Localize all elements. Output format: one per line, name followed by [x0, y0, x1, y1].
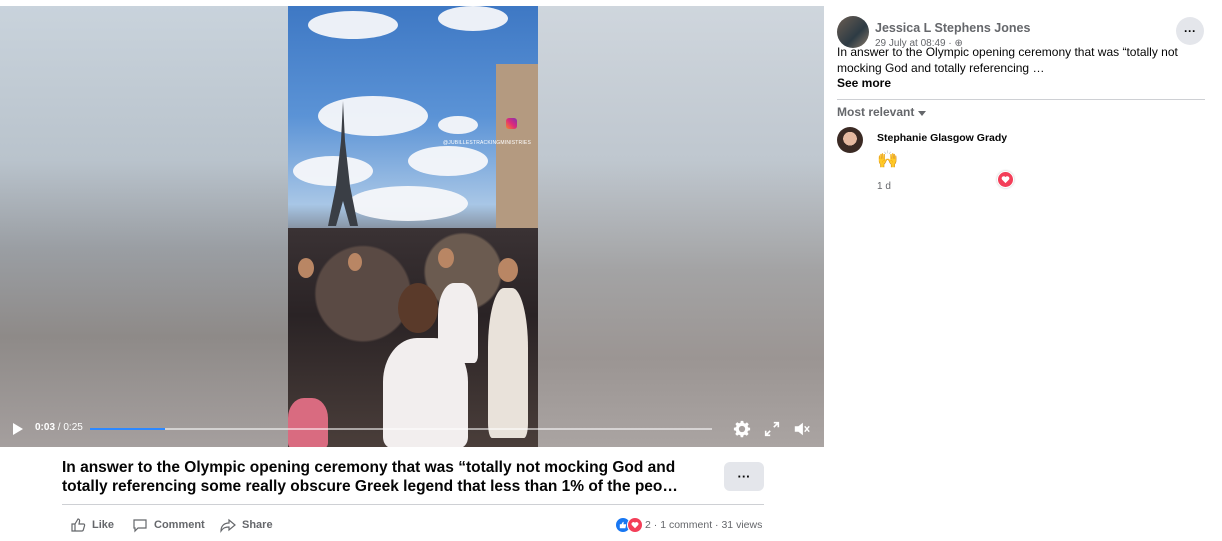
progress-bar[interactable] — [90, 428, 712, 430]
love-reaction-icon — [627, 517, 643, 533]
post-text: In answer to the Olympic opening ceremon… — [837, 45, 1178, 75]
comment-text: 🙌 — [877, 150, 899, 169]
share-label: Share — [242, 519, 273, 531]
comment-icon — [133, 519, 147, 533]
video-controls: 0:03 / 0:25 — [0, 411, 824, 447]
play-icon[interactable] — [13, 423, 23, 435]
duration: 0:25 — [63, 422, 83, 433]
sort-label: Most relevant — [837, 105, 915, 119]
see-more-link[interactable]: See more — [837, 76, 891, 90]
divider — [62, 504, 764, 505]
post-caption: In answer to the Olympic opening ceremon… — [62, 458, 707, 496]
video-frame: @JUBILLESTRACKINGMINISTRIES — [288, 6, 538, 447]
divider — [837, 99, 1205, 100]
post-side-panel: Jessica L Stephens Jones 29 July at 08:4… — [837, 0, 1207, 541]
panel-more-button[interactable]: ··· — [1176, 17, 1204, 45]
caret-down-icon — [918, 110, 927, 116]
video-watermark: @JUBILLESTRACKINGMINISTRIES — [443, 140, 531, 146]
comment-label: Comment — [154, 519, 205, 531]
instagram-icon — [506, 118, 517, 129]
like-button[interactable]: Like — [70, 517, 114, 533]
caption-line-2: totally referencing some really obscure … — [62, 478, 678, 495]
video-blur-right — [538, 6, 824, 447]
stats-dot: · — [650, 519, 661, 531]
view-count: 31 views — [721, 519, 763, 531]
video-blur-left — [0, 6, 288, 447]
commenter-avatar[interactable] — [837, 127, 863, 153]
comment-sort-dropdown[interactable]: Most relevant — [837, 105, 927, 119]
comment-count[interactable]: 1 comment — [660, 519, 712, 531]
comment-button[interactable]: Comment — [132, 517, 205, 533]
comment-time[interactable]: 1 d — [877, 181, 891, 192]
settings-icon[interactable] — [733, 420, 751, 438]
share-button[interactable]: Share — [220, 517, 273, 533]
video-player[interactable]: @JUBILLESTRACKINGMINISTRIES 0:03 / 0:25 — [0, 6, 824, 447]
author-name[interactable]: Jessica L Stephens Jones — [875, 21, 1030, 35]
caption-line-1: In answer to the Olympic opening ceremon… — [62, 459, 676, 476]
progress-fill — [90, 428, 165, 430]
post-more-button[interactable]: ··· — [724, 462, 764, 491]
like-label: Like — [92, 519, 115, 531]
eiffel-tower-image — [328, 101, 358, 226]
stats-dot: · — [712, 519, 722, 531]
commenter-name[interactable]: Stephanie Glasgow Grady — [877, 132, 1007, 144]
volume-muted-icon[interactable] — [793, 420, 811, 438]
video-time: 0:03 / 0:25 — [35, 422, 83, 433]
current-time: 0:03 — [35, 422, 56, 433]
love-reaction-icon[interactable] — [997, 171, 1014, 188]
building-image — [496, 64, 538, 234]
fullscreen-icon[interactable] — [763, 420, 781, 438]
thumbs-up-icon — [71, 518, 86, 532]
post-stats: 2 · 1 comment · 31 views — [615, 517, 762, 533]
share-icon — [220, 518, 236, 533]
